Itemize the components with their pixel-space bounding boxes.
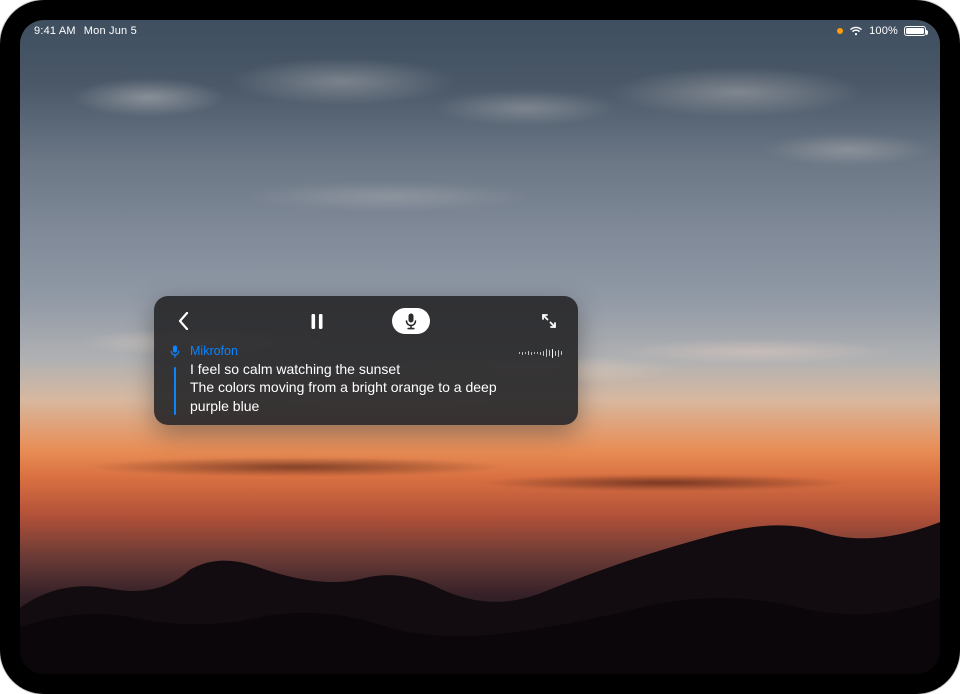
back-button[interactable] (168, 306, 198, 336)
sky-clouds-upper (20, 40, 940, 302)
battery-percent: 100% (869, 25, 898, 37)
wifi-icon (849, 26, 863, 36)
caption-transcript: I feel so calm watching the sunset The c… (190, 360, 564, 415)
battery-icon (904, 26, 926, 36)
caption-line: purple blue (190, 397, 564, 415)
live-captions-panel[interactable]: Mikrofon I feel so calm watching the sun… (154, 296, 578, 425)
speaker-indicator (168, 344, 182, 415)
status-bar: 9:41 AM Mon Jun 5 100% (20, 22, 940, 40)
audio-waveform-icon (519, 348, 563, 358)
status-date: Mon Jun 5 (84, 25, 137, 37)
ipad-screen: 9:41 AM Mon Jun 5 100% (20, 20, 940, 674)
foreground-rocks (20, 465, 940, 674)
sky-clouds-dark (20, 425, 940, 530)
caption-line: I feel so calm watching the sunset (190, 360, 564, 378)
expand-button[interactable] (534, 306, 564, 336)
ipad-device-frame: 9:41 AM Mon Jun 5 100% (0, 0, 960, 694)
mic-active-dot-icon (837, 28, 843, 34)
panel-controls (164, 304, 568, 338)
status-time: 9:41 AM (34, 25, 76, 37)
caption-source-label: Mikrofon (190, 344, 564, 358)
caption-line: The colors moving from a bright orange t… (190, 378, 564, 396)
pause-button[interactable] (302, 306, 332, 336)
microphone-source-icon (170, 345, 180, 363)
microphone-button[interactable] (392, 308, 430, 334)
